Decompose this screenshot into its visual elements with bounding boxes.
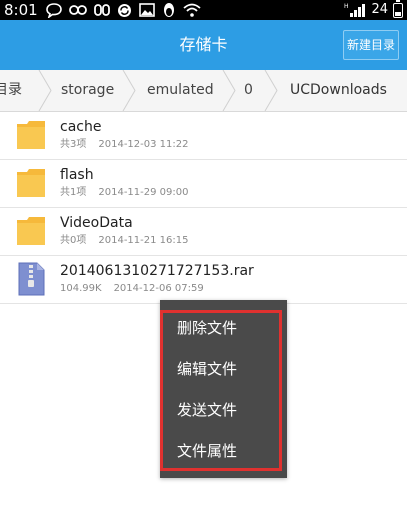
file-name: flash (60, 167, 94, 183)
breadcrumb-item-root[interactable]: 目录 (0, 70, 22, 111)
breadcrumb-separator-icon (38, 70, 52, 111)
file-meta: 共1项 2014-11-29 09:00 (60, 187, 189, 198)
archive-icon (18, 262, 45, 296)
breadcrumb-item-emulated[interactable]: emulated (147, 70, 214, 111)
breadcrumb: 目录 storage emulated 0 UCDownloads (0, 70, 407, 112)
status-time: 8:01 (4, 1, 38, 19)
penguin-icon (164, 3, 174, 17)
folder-icon (17, 169, 45, 197)
file-name: 2014061310271727153.rar (60, 263, 254, 279)
menu-item-edit-file[interactable]: 编辑文件 (160, 349, 287, 390)
infinity-icon (69, 5, 87, 15)
list-item[interactable]: VideoData 共0项 2014-11-21 16:15 (0, 208, 407, 256)
new-directory-button[interactable]: 新建目录 (343, 30, 399, 60)
menu-item-delete-file[interactable]: 删除文件 (160, 308, 287, 349)
breadcrumb-separator-icon (222, 70, 236, 111)
breadcrumb-item-ucdownloads[interactable]: UCDownloads (290, 70, 387, 111)
hspa-signal-icon: H (344, 3, 366, 17)
link-icon (94, 4, 110, 16)
status-bar: 8:01 H 24 (0, 0, 407, 20)
wifi-icon (183, 3, 201, 17)
list-item[interactable]: cache 共3项 2014-12-03 11:22 (0, 112, 407, 160)
file-name: cache (60, 119, 102, 135)
list-item[interactable]: flash 共1项 2014-11-29 09:00 (0, 160, 407, 208)
file-meta: 104.99K 2014-12-06 07:59 (60, 283, 204, 294)
title-bar: 存储卡 新建目录 (0, 20, 407, 70)
context-menu: 删除文件 编辑文件 发送文件 文件属性 (160, 300, 287, 478)
breadcrumb-item-storage[interactable]: storage (61, 70, 114, 111)
image-icon (139, 3, 155, 17)
menu-item-file-properties[interactable]: 文件属性 (160, 431, 287, 472)
file-meta: 共0项 2014-11-21 16:15 (60, 235, 189, 246)
file-name: VideoData (60, 215, 133, 231)
breadcrumb-item-0[interactable]: 0 (244, 70, 253, 111)
breadcrumb-separator-icon (264, 70, 278, 111)
breadcrumb-separator-icon (122, 70, 136, 111)
folder-icon (17, 121, 45, 149)
folder-icon (17, 217, 45, 245)
battery-icon (393, 0, 403, 18)
battery-level: 24 (371, 2, 388, 17)
svg-text:H: H (344, 3, 349, 10)
menu-item-send-file[interactable]: 发送文件 (160, 390, 287, 431)
chat-bubble-icon (46, 2, 62, 18)
sync-icon (118, 3, 131, 17)
status-icons-right: H 24 (344, 0, 403, 19)
file-meta: 共3项 2014-12-03 11:22 (60, 139, 189, 150)
status-icons-left (46, 2, 201, 18)
list-item[interactable]: 2014061310271727153.rar 104.99K 2014-12-0… (0, 256, 407, 304)
